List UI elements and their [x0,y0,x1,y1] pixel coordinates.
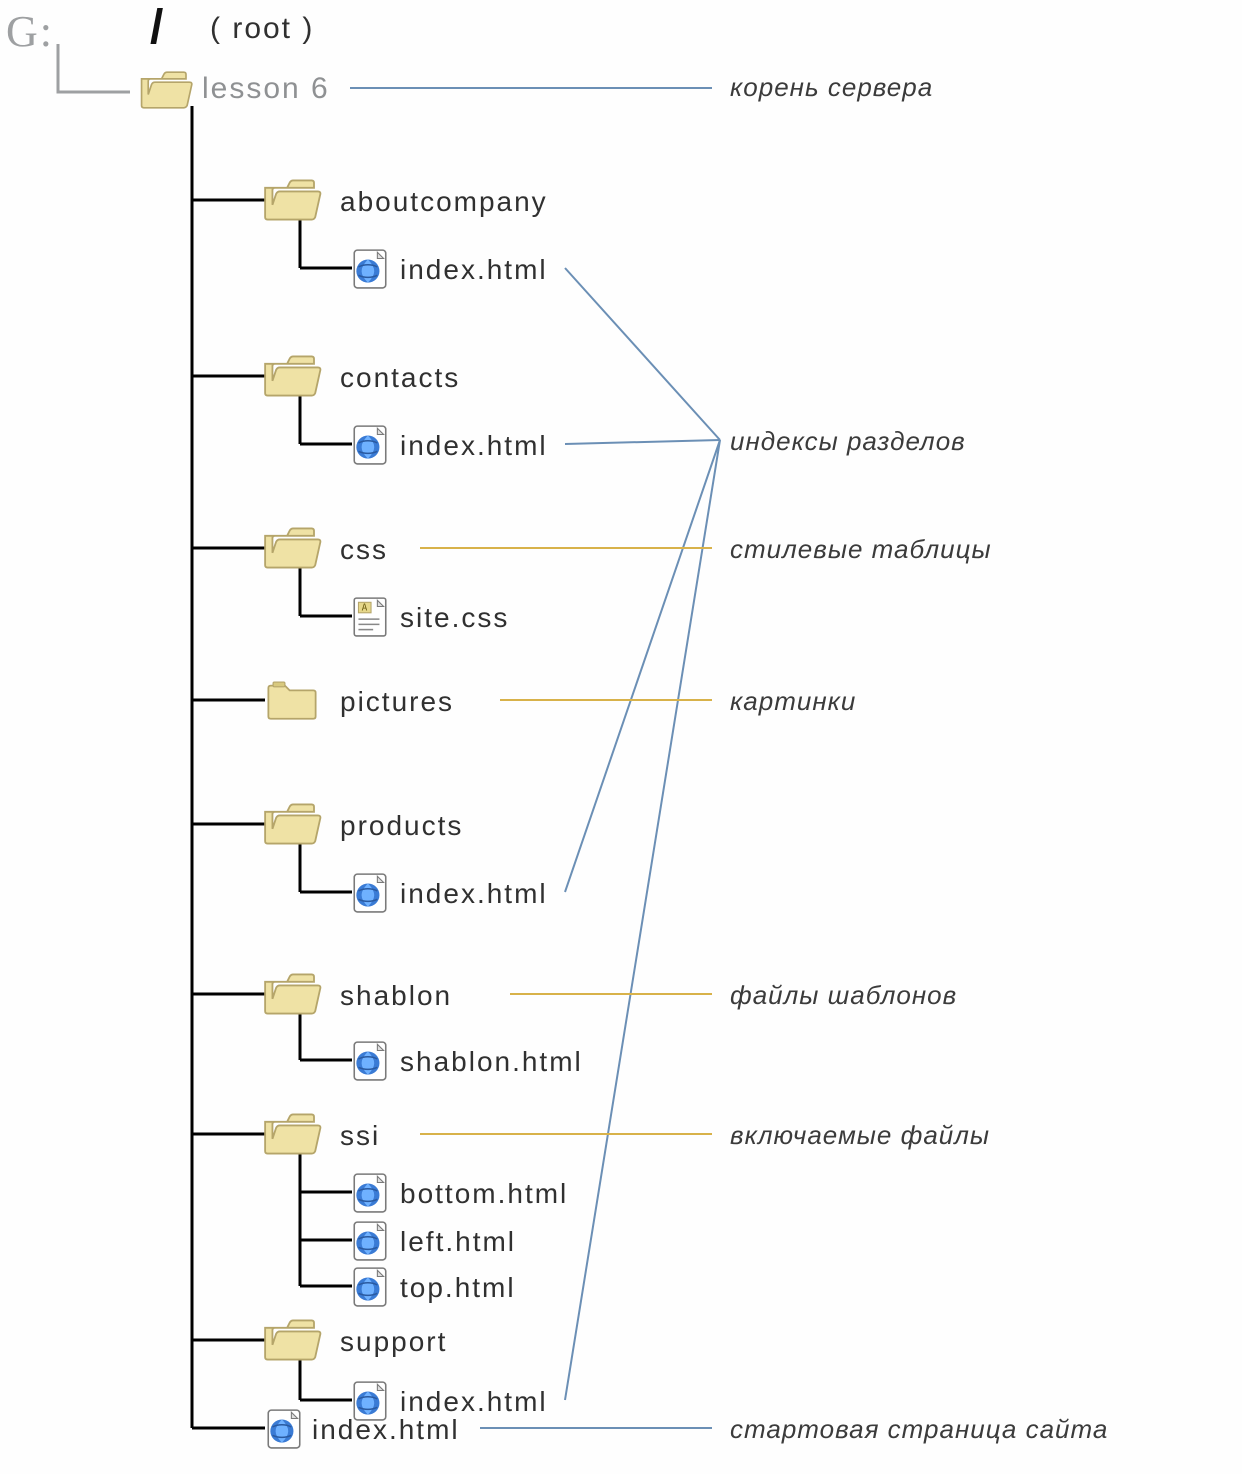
root-folder-label: lesson 6 [202,72,330,105]
folder-open-icon [138,70,194,110]
folder-open-icon [262,178,322,222]
annotation-pictures: картинки [730,686,856,717]
file-root-index: index.html [312,1414,460,1446]
file-ssi-top: top.html [400,1272,516,1304]
annotation-server-root: корень сервера [730,72,933,103]
folder-pictures: pictures [340,686,454,718]
folder-css: css [340,534,388,566]
html-file-icon [352,424,388,466]
file-tree-diagram: A G: / ( root ) lesson 6 aboutcompany in… [0,0,1242,1474]
html-file-icon [352,1220,388,1262]
annotation-section-index: индексы разделов [730,426,966,457]
annotation-stylesheets: стилевые таблицы [730,534,992,565]
tree-connectors [0,0,1242,1474]
folder-aboutcompany: aboutcompany [340,186,548,218]
html-file-icon [352,872,388,914]
folder-open-icon [262,1112,322,1156]
drive-label: G: [6,6,54,57]
file-aboutcompany-index: index.html [400,254,548,286]
html-file-icon [352,248,388,290]
file-products-index: index.html [400,878,548,910]
folder-open-icon [262,354,322,398]
file-ssi-left: left.html [400,1226,516,1258]
folder-open-icon [262,972,322,1016]
folder-contacts: contacts [340,362,460,394]
css-file-icon [352,596,388,638]
folder-open-icon [262,802,322,846]
annotation-start-page: стартовая страница сайта [730,1414,1108,1445]
html-file-icon [352,1172,388,1214]
file-ssi-bottom: bottom.html [400,1178,568,1210]
folder-support: support [340,1326,447,1358]
file-site-css: site.css [400,602,509,634]
root-path-label: ( root ) [210,12,314,46]
annotation-templates: файлы шаблонов [730,980,957,1011]
folder-open-icon [262,1318,322,1362]
file-shablon-html: shablon.html [400,1046,583,1078]
html-file-icon [266,1408,302,1450]
folder-products: products [340,810,463,842]
folder-ssi: ssi [340,1120,380,1152]
folder-open-icon [262,526,322,570]
html-file-icon [352,1040,388,1082]
folder-icon [266,680,318,722]
annotation-includes: включаемые файлы [730,1120,990,1151]
root-slash-icon: / [150,0,165,55]
file-contacts-index: index.html [400,430,548,462]
html-file-icon [352,1266,388,1308]
folder-shablon: shablon [340,980,452,1012]
